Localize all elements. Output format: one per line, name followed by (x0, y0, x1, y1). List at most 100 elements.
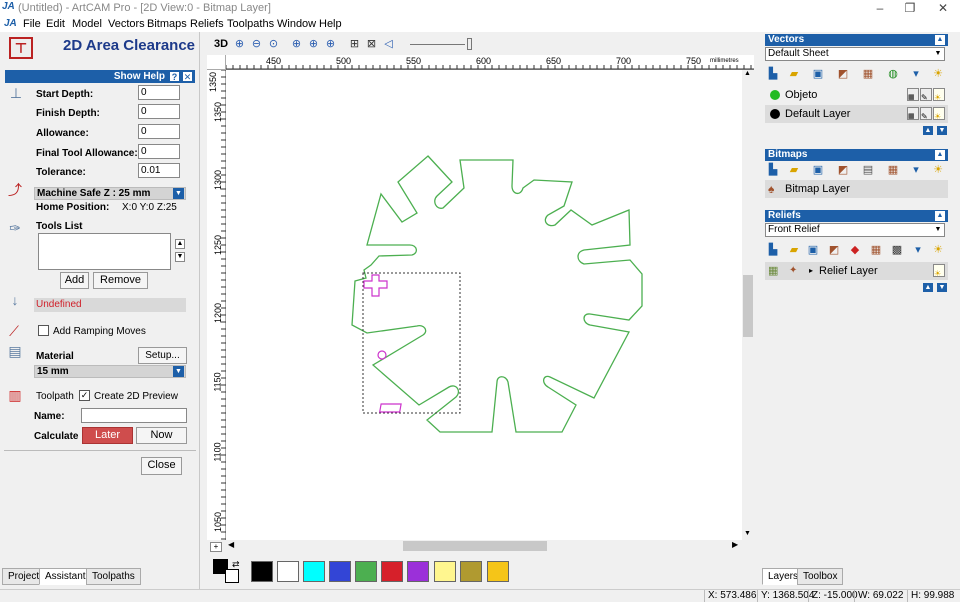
layer-lock-icon[interactable]: ▦ (907, 107, 919, 120)
close-window-icon[interactable]: ✕ (928, 0, 958, 17)
restore-icon[interactable]: ❐ (895, 0, 925, 17)
menu-model[interactable]: Model (72, 18, 102, 30)
view-corner-icon[interactable]: + (210, 542, 222, 552)
calculate-now-button[interactable]: Now (136, 427, 187, 444)
open-folder-icon[interactable]: ▰ (786, 67, 802, 81)
menu-window[interactable]: Window (277, 18, 316, 30)
tab-assistant[interactable]: Assistant (39, 568, 92, 585)
layer-lock-icon[interactable]: ▦ (907, 88, 919, 101)
menu-reliefs[interactable]: Reliefs (190, 18, 224, 30)
relief-row[interactable]: ▦ ✦ ▸ Relief Layer ☀ (765, 262, 948, 280)
final-tool-allowance-input[interactable]: 0 (138, 144, 180, 159)
relief-light-icon[interactable]: ☀ (930, 243, 946, 257)
new-layer-icon[interactable]: ▙ (765, 67, 781, 81)
help-question-icon[interactable]: ? (169, 71, 180, 82)
drawing-canvas[interactable] (226, 70, 742, 540)
tab-toolpaths[interactable]: Toolpaths (86, 568, 141, 585)
save-relief-icon[interactable]: ▣ (805, 243, 821, 257)
zoom-box-icon[interactable]: ⊙ (266, 37, 281, 52)
close-button[interactable]: Close (141, 457, 182, 475)
bitmap-tool-icon[interactable]: ▤ (860, 163, 876, 177)
collapse-icon[interactable]: ▲ (935, 211, 945, 221)
layer-visibility-icon[interactable]: ☀ (933, 107, 945, 121)
zoom-slider-handle[interactable] (467, 38, 472, 50)
expand-arrow-icon[interactable]: ▸ (809, 262, 813, 280)
vertical-scrollbar[interactable]: ▲ ▼ (742, 70, 754, 540)
transfer-icon[interactable]: ◁ (381, 37, 396, 52)
move-up-icon[interactable]: ▲ (923, 283, 933, 292)
move-down-icon[interactable]: ▼ (937, 126, 947, 135)
vertical-scroll-thumb[interactable] (743, 275, 753, 337)
menu-bitmaps[interactable]: Bitmaps (147, 18, 187, 30)
relief-dropdown[interactable]: Front Relief ▼ (765, 223, 945, 237)
delete-bitmap-icon[interactable]: ▾ (908, 163, 924, 177)
horizontal-scrollbar[interactable]: ◀ ▶ (226, 540, 742, 552)
layer-row[interactable]: Objeto ▦ ✎ ☀ (765, 86, 948, 104)
zoom-previous-icon[interactable]: ⊕ (323, 37, 338, 52)
new-relief-icon[interactable]: ▙ (765, 243, 781, 257)
collapse-icon[interactable]: ▲ (935, 35, 945, 45)
view-3d-button[interactable]: 3D (212, 37, 230, 52)
bitmap-light-icon[interactable]: ☀ (930, 163, 946, 177)
open-bitmap-icon[interactable]: ▰ (786, 163, 802, 177)
save-icon[interactable]: ▣ (810, 67, 826, 81)
collapse-icon[interactable]: ▲ (935, 150, 945, 160)
palette-swatch[interactable] (277, 561, 299, 582)
tab-toolbox[interactable]: Toolbox (797, 568, 844, 585)
snap-objects-icon[interactable]: ⊠ (364, 37, 379, 52)
bitmap-row[interactable]: ♠ Bitmap Layer (765, 180, 948, 198)
delete-icon[interactable]: ▾ (908, 67, 924, 81)
vector-sheet-dropdown[interactable]: Default Sheet ▼ (765, 47, 945, 61)
list-down-icon[interactable]: ▼ (175, 252, 185, 262)
layer-edit-icon[interactable]: ✎ (920, 88, 932, 102)
palette-swatch[interactable] (487, 561, 509, 582)
swap-colors-icon[interactable]: ⇄ (232, 559, 240, 570)
tolerance-input[interactable]: 0.01 (138, 163, 180, 178)
material-setup-button[interactable]: Setup... (138, 347, 187, 364)
merge-relief-icon[interactable]: ◩ (826, 243, 842, 257)
scroll-up-icon[interactable]: ▲ (744, 70, 751, 77)
palette-swatch[interactable] (329, 561, 351, 582)
zoom-selection-icon[interactable]: ⊕ (306, 37, 321, 52)
help-close-icon[interactable]: ✕ (182, 71, 193, 82)
zoom-in-icon[interactable]: ⊕ (232, 37, 247, 52)
move-up-icon[interactable]: ▲ (923, 126, 933, 135)
relief-visibility-icon[interactable]: ☀ (933, 264, 945, 278)
visibility-icon[interactable]: ◍ (885, 67, 901, 81)
relief-tool2-icon[interactable]: ▦ (868, 243, 884, 257)
scroll-down-icon[interactable]: ▼ (744, 530, 751, 537)
save-bitmap-icon[interactable]: ▣ (810, 163, 826, 177)
scroll-right-icon[interactable]: ▶ (732, 540, 738, 549)
tools-list-box[interactable] (38, 233, 171, 270)
app-menu-icon[interactable]: JA (4, 18, 17, 29)
menu-file[interactable]: File (23, 18, 41, 30)
snap-grid-icon[interactable]: ⊞ (347, 37, 362, 52)
layer-row[interactable]: Default Layer ▦ ✎ ☀ (765, 105, 948, 123)
ramping-checkbox[interactable] (38, 325, 49, 336)
menu-toolpaths[interactable]: Toolpaths (227, 18, 274, 30)
finish-depth-input[interactable]: 0 (138, 104, 180, 119)
palette-swatch[interactable] (303, 561, 325, 582)
delete-relief-icon[interactable]: ▾ (910, 243, 926, 257)
bitmap-tool2-icon[interactable]: ▦ (885, 163, 901, 177)
menu-edit[interactable]: Edit (46, 18, 65, 30)
move-down-icon[interactable]: ▼ (937, 283, 947, 292)
merge-icon[interactable]: ◩ (835, 67, 851, 81)
menu-help[interactable]: Help (319, 18, 342, 30)
gear-vector-outline[interactable] (351, 155, 643, 433)
minimize-icon[interactable]: – (865, 0, 895, 17)
open-relief-icon[interactable]: ▰ (786, 243, 802, 257)
relief-tool3-icon[interactable]: ▩ (889, 243, 905, 257)
palette-swatch[interactable] (460, 561, 482, 582)
zoom-slider-track[interactable] (410, 44, 465, 45)
merge-bitmap-icon[interactable]: ◩ (835, 163, 851, 177)
material-thickness-dropdown[interactable]: 15 mm ▼ (34, 365, 186, 378)
zoom-out-icon[interactable]: ⊖ (249, 37, 264, 52)
palette-swatch[interactable] (355, 561, 377, 582)
start-depth-input[interactable]: 0 (138, 85, 180, 100)
create-preview-checkbox[interactable]: ✓ (79, 390, 90, 401)
menu-vectors[interactable]: Vectors (108, 18, 145, 30)
toolpath-name-input[interactable] (81, 408, 187, 423)
allowance-input[interactable]: 0 (138, 124, 180, 139)
palette-swatch[interactable] (251, 561, 273, 582)
